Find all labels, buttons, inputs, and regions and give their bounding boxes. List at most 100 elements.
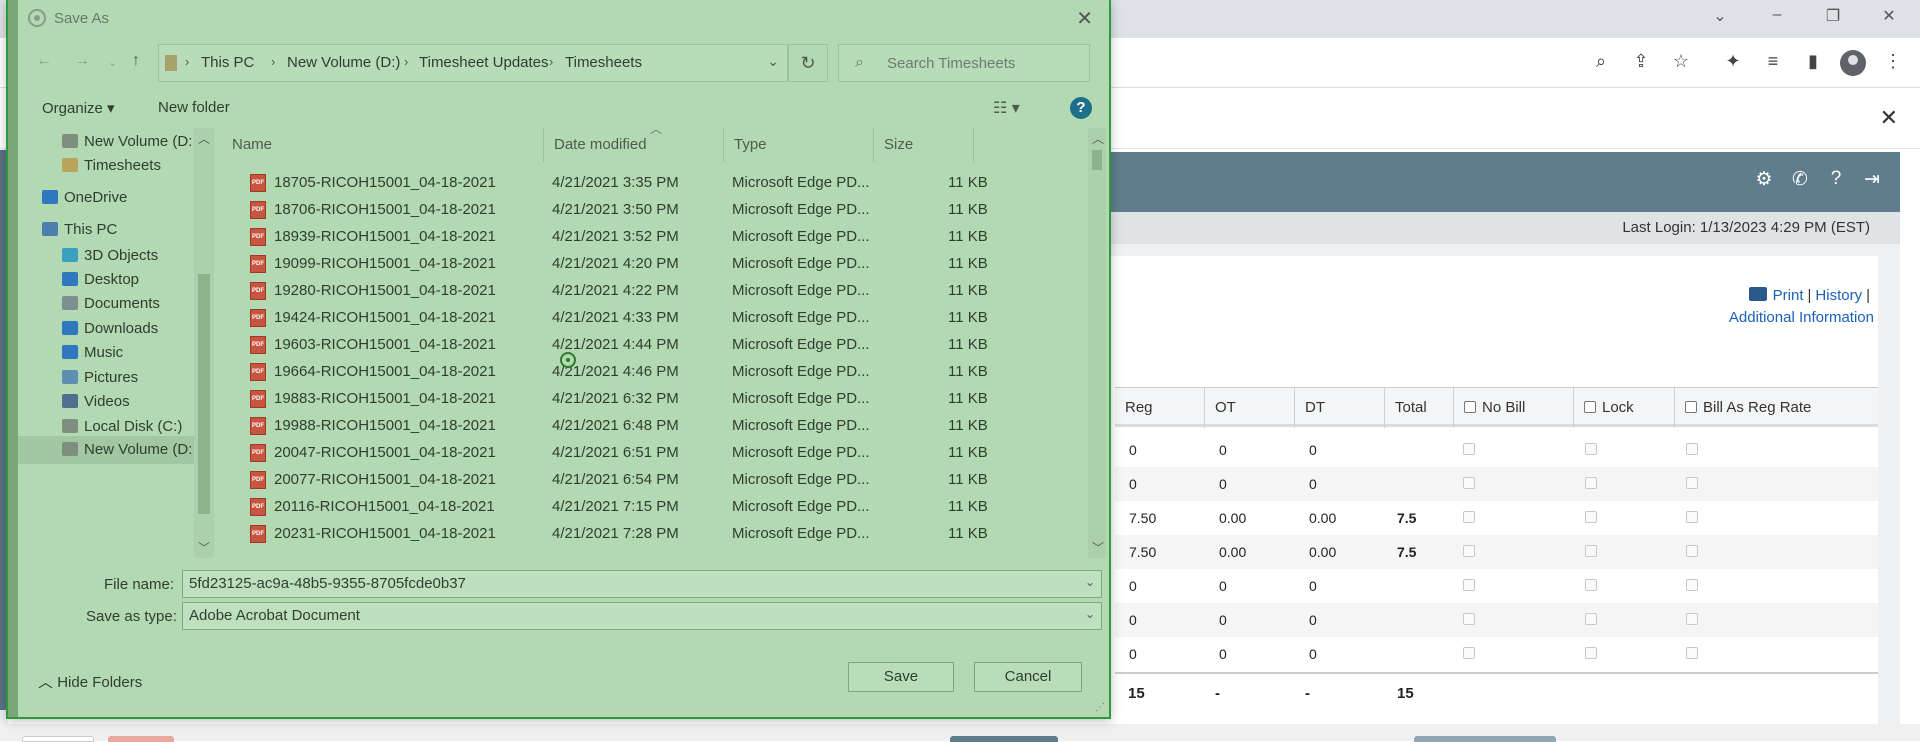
bill-reg-checkbox[interactable] (1686, 443, 1698, 457)
lock-checkbox[interactable] (1585, 579, 1597, 593)
no-bill-checkbox[interactable] (1463, 545, 1475, 559)
phone-icon[interactable]: ✆ (1787, 168, 1813, 191)
file-row[interactable]: PDF 20047-RICOH15001_04-18-2021 4/21/2021 … (222, 440, 1088, 467)
refresh-icon[interactable]: ↻ (788, 44, 828, 82)
crumb-timesheets[interactable]: Timesheets (565, 54, 642, 71)
print-icon[interactable] (1748, 287, 1767, 301)
logout-icon[interactable]: ⇥ (1859, 168, 1885, 191)
hide-folders-button[interactable]: ︿ Hide Folders (38, 671, 142, 692)
col-name[interactable]: Name (222, 128, 544, 162)
bill-reg-checkbox[interactable] (1686, 477, 1698, 491)
profile-avatar[interactable] (1840, 50, 1866, 76)
bookmark-star-icon[interactable]: ☆ (1668, 51, 1694, 72)
recent-locations-icon[interactable]: ⌄ (108, 56, 117, 69)
file-row[interactable]: PDF 18706-RICOH15001_04-18-2021 4/21/2021 … (222, 197, 1088, 224)
bill-reg-checkbox[interactable] (1686, 579, 1698, 593)
col-size[interactable]: Size (874, 128, 974, 162)
bill-reg-checkbox[interactable] (1686, 545, 1698, 559)
no-bill-checkbox[interactable] (1463, 511, 1475, 525)
share-icon[interactable]: ⇪ (1628, 51, 1654, 72)
col-date-modified[interactable]: Date modified (544, 128, 724, 162)
help-question-icon[interactable]: ? (1823, 168, 1849, 190)
file-row[interactable]: PDF 18939-RICOH15001_04-18-2021 4/21/2021 … (222, 224, 1088, 251)
nav-item[interactable]: Videos (18, 388, 198, 416)
forward-arrow-icon[interactable]: → (74, 52, 90, 70)
restore-icon[interactable]: ❐ (1818, 6, 1848, 26)
file-scroll-thumb[interactable] (1092, 150, 1102, 170)
nav-item[interactable]: Timesheets (18, 152, 198, 180)
additional-information-link[interactable]: Additional Information (1729, 309, 1874, 326)
zoom-icon[interactable]: ⌕ (1588, 51, 1614, 72)
nav-scrollbar[interactable]: ︿ ﹀ (194, 128, 214, 558)
lock-checkbox[interactable] (1585, 511, 1597, 525)
file-row[interactable]: PDF 19280-RICOH15001_04-18-2021 4/21/2021 … (222, 278, 1088, 305)
crumb-this-pc[interactable]: This PC (201, 54, 254, 71)
crumb-timesheet-updates[interactable]: Timesheet Updates (419, 54, 549, 71)
bottom-button-2[interactable] (108, 736, 174, 742)
lock-checkbox[interactable] (1585, 647, 1597, 661)
nav-item[interactable]: Music (18, 339, 198, 367)
window-close-icon[interactable]: ✕ (1874, 6, 1904, 26)
new-folder-button[interactable]: New folder (158, 99, 230, 116)
nav-item[interactable]: Documents (18, 290, 198, 318)
bill-reg-all-checkbox[interactable] (1685, 401, 1697, 413)
no-bill-checkbox[interactable] (1463, 647, 1475, 661)
browser-menu-icon[interactable]: ⋮ (1880, 51, 1906, 72)
back-arrow-icon[interactable]: ← (36, 52, 52, 70)
nav-item[interactable]: OneDrive (18, 184, 198, 212)
infobar-close-icon[interactable]: ✕ (1880, 105, 1898, 131)
bill-reg-checkbox[interactable] (1686, 613, 1698, 627)
col-type[interactable]: Type (724, 128, 874, 162)
file-row[interactable]: PDF 20077-RICOH15001_04-18-2021 4/21/2021 … (222, 467, 1088, 494)
history-link[interactable]: History (1815, 287, 1862, 304)
file-scrollbar[interactable]: ︿ ﹀ (1088, 128, 1106, 558)
file-row[interactable]: PDF 19099-RICOH15001_04-18-2021 4/21/2021 … (222, 251, 1088, 278)
bottom-button-3[interactable] (950, 736, 1058, 742)
file-row[interactable]: PDF 20231-RICOH15001_04-18-2021 4/21/2021 … (222, 521, 1088, 548)
help-icon[interactable]: ? (1070, 97, 1092, 119)
lock-checkbox[interactable] (1585, 443, 1597, 457)
reading-list-icon[interactable]: ≡ (1760, 51, 1786, 72)
minimize-icon[interactable]: – (1762, 6, 1792, 24)
print-link[interactable]: Print (1773, 287, 1804, 304)
crumb-new-volume[interactable]: New Volume (D:) (287, 54, 400, 71)
no-bill-checkbox[interactable] (1463, 613, 1475, 627)
nav-item[interactable]: This PC (18, 216, 198, 244)
file-row[interactable]: PDF 19603-RICOH15001_04-18-2021 4/21/2021 … (222, 332, 1088, 359)
file-row[interactable]: PDF 19883-RICOH15001_04-18-2021 4/21/2021 … (222, 386, 1088, 413)
organize-button[interactable]: Organize ▾ (42, 99, 115, 117)
save-type-select[interactable]: Adobe Acrobat Document ⌄ (182, 602, 1102, 630)
settings-gear-icon[interactable]: ⚙ (1751, 168, 1777, 191)
file-row[interactable]: PDF 19988-RICOH15001_04-18-2021 4/21/2021 … (222, 413, 1088, 440)
tab-search-icon[interactable]: ⌄ (1705, 6, 1735, 26)
bottom-button-1[interactable] (22, 736, 94, 742)
side-panel-icon[interactable]: ▮ (1800, 51, 1826, 72)
file-name-field[interactable]: 5fd23125-ac9a-48b5-9355-8705fcde0b37 ⌄ (182, 570, 1102, 598)
file-row[interactable]: PDF 18705-RICOH15001_04-18-2021 4/21/2021 … (222, 170, 1088, 197)
no-bill-checkbox[interactable] (1463, 477, 1475, 491)
address-dropdown-icon[interactable]: ⌄ (767, 53, 779, 70)
bill-reg-checkbox[interactable] (1686, 511, 1698, 525)
no-bill-checkbox[interactable] (1463, 443, 1475, 457)
lock-all-checkbox[interactable] (1584, 401, 1596, 413)
view-options-icon[interactable]: ☷ ▾ (993, 98, 1020, 118)
file-row[interactable]: PDF 19664-RICOH15001_04-18-2021 4/21/2021 … (222, 359, 1088, 386)
bottom-button-4[interactable] (1414, 736, 1556, 742)
up-arrow-icon[interactable]: ↑ (132, 52, 140, 70)
nav-scroll-thumb[interactable] (198, 274, 210, 514)
bill-reg-checkbox[interactable] (1686, 647, 1698, 661)
dialog-close-icon[interactable]: ✕ (1076, 6, 1093, 31)
lock-checkbox[interactable] (1585, 545, 1597, 559)
file-name-dropdown-icon[interactable]: ⌄ (1085, 575, 1095, 589)
lock-checkbox[interactable] (1585, 477, 1597, 491)
save-button[interactable]: Save (848, 662, 954, 692)
resize-grip-icon[interactable]: ⋰ (1095, 702, 1105, 713)
nav-item[interactable]: New Volume (D: (18, 436, 198, 464)
no-bill-checkbox[interactable] (1463, 579, 1475, 593)
cancel-button[interactable]: Cancel (974, 662, 1082, 692)
no-bill-all-checkbox[interactable] (1464, 401, 1476, 413)
save-type-dropdown-icon[interactable]: ⌄ (1085, 607, 1095, 621)
file-row[interactable]: PDF 20116-RICOH15001_04-18-2021 4/21/2021 … (222, 494, 1088, 521)
address-bar[interactable]: › This PC › New Volume (D:) › Timesheet … (158, 44, 788, 82)
search-input[interactable]: ⌕ Search Timesheets (838, 44, 1090, 82)
